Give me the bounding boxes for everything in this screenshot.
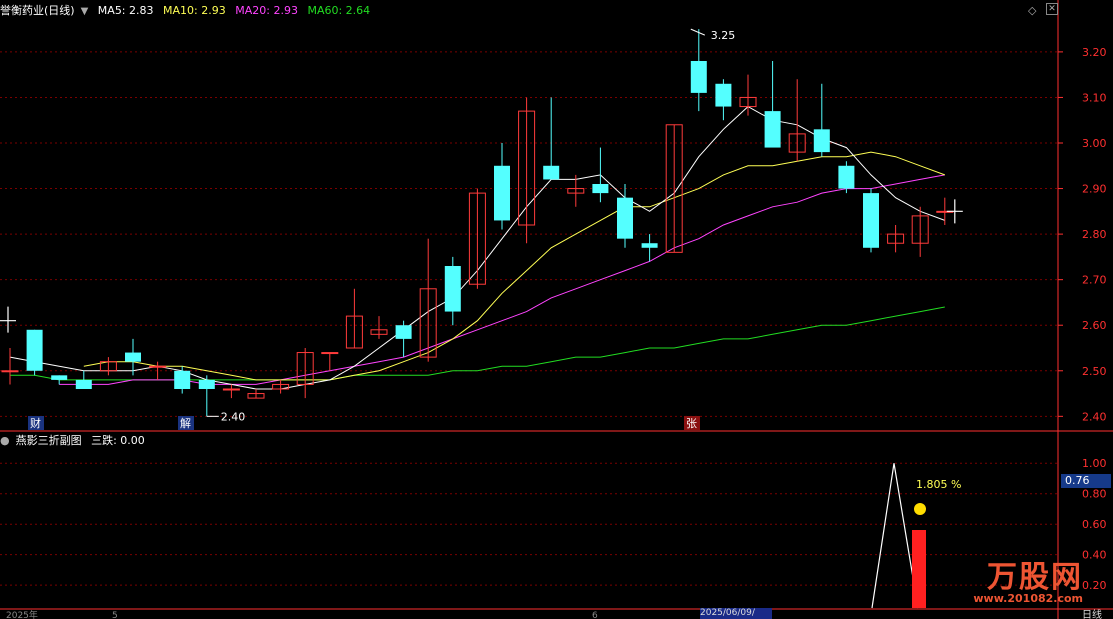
candle-body (863, 193, 879, 248)
cursor-date: 2025/06/09/ (700, 608, 772, 619)
ma10-line (83, 151, 945, 381)
watermark-logo: 万股网 (987, 560, 1083, 595)
candle-body (592, 184, 609, 194)
marker-jie: 解 (180, 416, 191, 430)
period-label: 日线 (1082, 608, 1102, 619)
marker-cai: 财 (30, 416, 41, 430)
candle-body (813, 129, 830, 153)
cursor-cross-icon (946, 199, 963, 224)
sub-signal-line (871, 463, 919, 609)
y-tick-label: 2.60 (1082, 319, 1107, 332)
candle-body (641, 243, 658, 248)
diamond-icon[interactable]: ◇ (1028, 4, 1036, 18)
sub-y-tick-label: 0.20 (1082, 579, 1107, 592)
ma10-label: MA10: 2.93 (163, 4, 226, 17)
ma60-label: MA60: 2.64 (307, 4, 371, 17)
candle-body (395, 325, 412, 339)
sub-chart-name[interactable]: 燕影三折副图 (16, 434, 82, 447)
candle-body (494, 165, 510, 221)
candle-body (444, 266, 461, 312)
date-label-month5: 5 (112, 611, 118, 619)
candle-body (125, 352, 141, 362)
candle-body (838, 165, 855, 189)
sub-chart-value: 三跌: 0.00 (91, 434, 145, 447)
watermark-url: www.201082.com (973, 592, 1083, 605)
y-tick-label: 3.00 (1082, 137, 1107, 150)
candle-body (222, 388, 240, 391)
dropdown-icon[interactable]: ▼ (81, 6, 89, 17)
kline-chart[interactable]: 2.40 2.50 2.60 2.70 2.80 2.90 3.00 3.10 3.20 0.20… (0, 0, 1113, 619)
y-tick-label: 2.80 (1082, 228, 1107, 241)
stock-title[interactable]: 誉衡药业(日线) (0, 4, 75, 17)
sub-signal-bar (912, 530, 926, 608)
pct-label: 1.805 % (916, 478, 961, 491)
smiley-icon (914, 503, 926, 515)
sub-y-tick-label: 1.00 (1082, 457, 1107, 470)
low-label: 2.40 (221, 410, 246, 423)
sub-header: ● 燕影三折副图 三跌: 0.00 (0, 432, 151, 450)
candle-body (543, 165, 560, 180)
close-icon[interactable]: ✕ (1046, 3, 1058, 15)
sub-y-tick-label: 0.80 (1082, 488, 1107, 501)
y-tick-label: 2.70 (1082, 274, 1107, 287)
y-tick-label: 2.40 (1082, 410, 1107, 423)
main-header: 誉衡药业(日线) ▼ MA5: 2.83 MA10: 2.93 MA20: 2.9… (0, 2, 376, 20)
candle-body (764, 111, 781, 148)
candle-body (51, 375, 68, 380)
y-tick-label: 3.10 (1082, 91, 1107, 104)
sub-chart-icon[interactable]: ● (0, 434, 10, 447)
y-tick-label: 3.20 (1082, 46, 1107, 59)
date-label-month6: 6 (592, 611, 598, 619)
candle-body (1, 370, 19, 373)
y-tick-label: 2.90 (1082, 183, 1107, 196)
ma20-label: MA20: 2.93 (235, 4, 298, 17)
high-label: 3.25 (711, 29, 736, 42)
high-arrow (690, 28, 705, 36)
candle-body (690, 61, 707, 93)
candle-body (174, 370, 191, 389)
candle-body (198, 379, 215, 389)
candle-body (149, 365, 167, 368)
sub-y-tick-label: 0.60 (1082, 518, 1107, 531)
candle-body (26, 329, 43, 371)
candle-body (75, 379, 92, 389)
value-box: 0.76 (1061, 474, 1111, 488)
ma60-line (10, 306, 945, 381)
y-tick-label: 2.50 (1082, 365, 1107, 378)
marker-zhang: 张 (686, 417, 697, 430)
candle-body (617, 197, 633, 239)
sub-y-tick-label: 0.40 (1082, 549, 1107, 562)
start-cross-icon (0, 306, 16, 333)
candle-body (321, 352, 339, 355)
candle-body (715, 83, 732, 107)
ma5-label: MA5: 2.83 (97, 4, 154, 17)
date-label-year: 2025年 (6, 609, 38, 619)
